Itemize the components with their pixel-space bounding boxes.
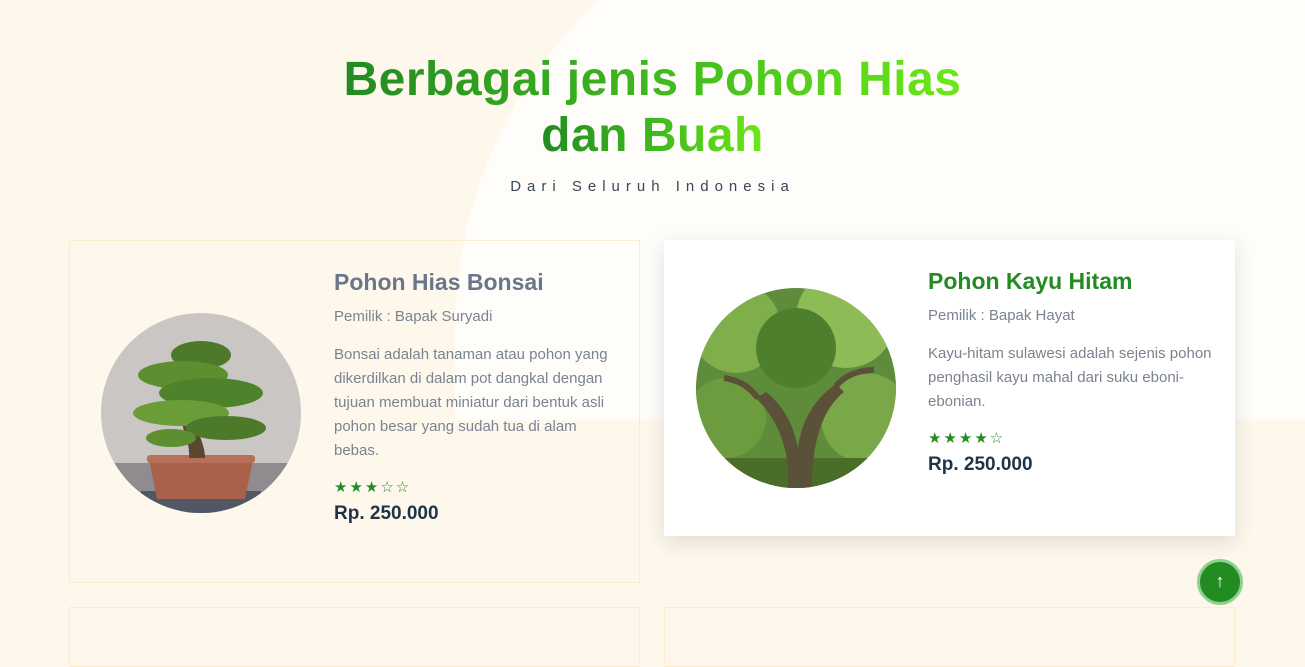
product-owner: Pemilik : Bapak Suryadi — [334, 308, 493, 325]
section-title-line1: Berbagai jenis Pohon Hias — [343, 53, 962, 106]
product-name[interactable]: Pohon Kayu Hitam — [928, 268, 1132, 295]
product-card-partial — [69, 607, 640, 667]
product-card-partial — [664, 607, 1235, 667]
bonsai-image — [101, 313, 301, 513]
section-title-line2: dan Buah — [541, 109, 764, 162]
back-to-top-button[interactable]: ↑ — [1197, 559, 1243, 605]
product-price: Rp. 250.000 — [928, 454, 1033, 475]
ebony-tree-image — [696, 288, 896, 488]
product-description: Bonsai adalah tanaman atau pohon yang di… — [334, 346, 608, 459]
product-name[interactable]: Pohon Hias Bonsai — [334, 269, 544, 296]
product-card-kayu-hitam[interactable]: Pohon Kayu Hitam Pemilik : Bapak Hayat K… — [664, 240, 1235, 536]
product-price: Rp. 250.000 — [334, 503, 439, 524]
product-owner: Pemilik : Bapak Hayat — [928, 307, 1075, 324]
rating-stars: ★★★★☆ — [928, 430, 1006, 447]
product-card-bonsai[interactable]: Pohon Hias Bonsai Pemilik : Bapak Suryad… — [69, 240, 640, 583]
section-subtitle: Dari Seluruh Indonesia — [510, 178, 795, 195]
section-title: Berbagai jenis Pohon Hias dan Buah — [0, 52, 1305, 164]
rating-stars: ★★★☆☆ — [334, 479, 412, 496]
product-description: Kayu-hitam sulawesi adalah sejenis pohon… — [928, 345, 1212, 410]
arrow-up-icon: ↑ — [1215, 571, 1225, 591]
